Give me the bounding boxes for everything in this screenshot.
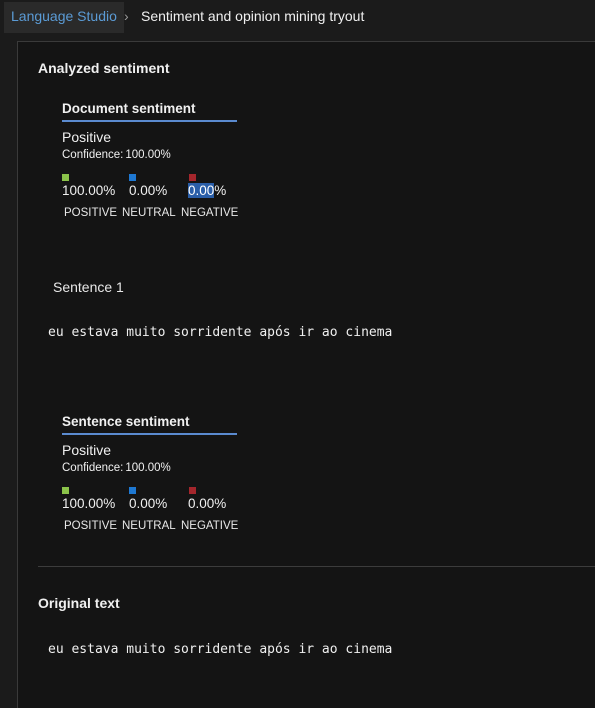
negative-color-swatch-icon (189, 487, 196, 494)
sentence-sentiment-label: Positive (62, 442, 112, 458)
document-sentiment-label: Positive (62, 129, 112, 145)
sentence-sentiment-title: Sentence sentiment (62, 414, 237, 435)
document-neutral-percent: 0.00% (129, 183, 168, 198)
neutral-category-label: NEUTRAL (122, 207, 176, 219)
original-text-title: Original text (38, 595, 120, 611)
top-bar: Language Studio › Sentiment and opinion … (0, 0, 595, 34)
positive-color-swatch-icon (62, 174, 69, 181)
negative-category-label: NEGATIVE (181, 520, 239, 532)
sentence-neutral-percent: 0.00% (129, 496, 168, 511)
document-sentiment-card: Document sentiment Positive Confidence: 1… (42, 101, 260, 223)
confidence-label: Confidence: (62, 462, 124, 474)
breadcrumb-language-studio-link[interactable]: Language Studio (4, 2, 124, 33)
section-divider (38, 566, 595, 567)
sentence-positive-percent: 100.00% (62, 496, 116, 511)
document-confidence: Confidence: 100.00% (62, 149, 171, 161)
positive-color-swatch-icon (62, 487, 69, 494)
confidence-label: Confidence: (62, 149, 124, 161)
chevron-right-icon: › (124, 8, 129, 24)
breadcrumb-current-page: Sentiment and opinion mining tryout (141, 8, 365, 24)
document-negative-percent: 0.00% (188, 183, 227, 198)
positive-category-label: POSITIVE (64, 520, 118, 532)
negative-color-swatch-icon (189, 174, 196, 181)
sentence-confidence: Confidence: 100.00% (62, 462, 171, 474)
confidence-value: 100.00% (125, 462, 171, 474)
sentence-1-label: Sentence 1 (53, 279, 124, 295)
original-text-content: eu estava muito sorridente após ir ao ci… (48, 642, 393, 657)
selected-text-highlight: 0.00 (188, 183, 215, 198)
analyzed-sentiment-title: Analyzed sentiment (38, 60, 170, 76)
neutral-category-label: NEUTRAL (122, 520, 176, 532)
sentence-sentiment-card: Sentence sentiment Positive Confidence: 1… (42, 414, 260, 536)
neutral-color-swatch-icon (129, 487, 136, 494)
document-sentiment-title: Document sentiment (62, 101, 237, 122)
negative-category-label: NEGATIVE (181, 207, 239, 219)
confidence-value: 100.00% (125, 149, 171, 161)
sentence-1-text: eu estava muito sorridente após ir ao ci… (48, 325, 393, 340)
results-panel: Analyzed sentiment Document sentiment Po… (17, 41, 595, 708)
positive-category-label: POSITIVE (64, 207, 118, 219)
neutral-color-swatch-icon (129, 174, 136, 181)
document-positive-percent: 100.00% (62, 183, 116, 198)
sentence-negative-percent: 0.00% (188, 496, 227, 511)
